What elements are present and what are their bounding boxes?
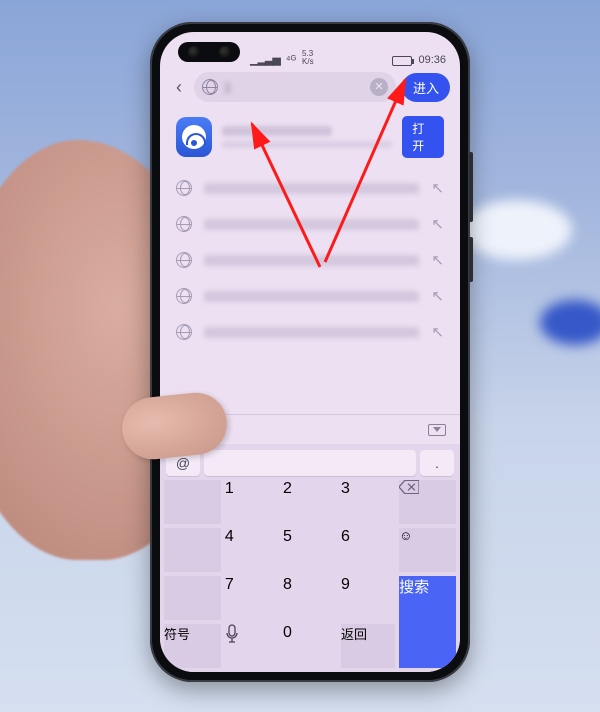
featured-title — [222, 126, 392, 148]
key-2[interactable]: 2 — [283, 480, 337, 524]
key-search[interactable]: 搜索 — [399, 576, 456, 668]
network-speed: 5.3K/s — [302, 50, 314, 66]
key-4[interactable]: 4 — [225, 528, 279, 572]
key-dot[interactable]: . — [420, 450, 454, 476]
globe-icon — [176, 216, 192, 232]
suggestion-item[interactable]: ↖ — [176, 170, 444, 206]
key-6[interactable]: 6 — [341, 528, 395, 572]
clear-input-button[interactable]: ✕ — [370, 78, 388, 96]
collapse-keyboard-icon[interactable] — [428, 424, 446, 436]
key-5[interactable]: 5 — [283, 528, 337, 572]
suggestion-item[interactable]: ↖ — [176, 314, 444, 350]
key-return[interactable]: 返回 — [341, 624, 395, 668]
globe-icon — [176, 324, 192, 340]
key-symbols[interactable]: 符号 — [164, 624, 221, 668]
key-0[interactable]: 0 — [283, 624, 337, 668]
phone-frame: ▁▂▃▅ ⁴ᴳ 5.3K/s 09:36 ‹ 1 ✕ 进入 打开 — [150, 22, 470, 682]
suggestion-text — [204, 327, 419, 338]
background-object — [462, 200, 572, 260]
globe-icon — [176, 288, 192, 304]
numeric-keyboard: @ . 1 2 3 4 5 6 ☺ 7 — [160, 444, 460, 672]
power-button — [469, 237, 473, 282]
key-placeholder-left[interactable] — [164, 528, 221, 572]
globe-icon — [202, 79, 218, 95]
battery-icon — [392, 56, 412, 66]
insert-arrow-icon[interactable]: ↖ — [431, 287, 444, 305]
key-9[interactable]: 9 — [341, 576, 395, 620]
insert-arrow-icon[interactable]: ↖ — [431, 323, 444, 341]
suggestion-text — [204, 183, 419, 194]
key-emoji[interactable]: ☺ — [399, 528, 456, 572]
camera-cutout — [178, 42, 240, 62]
phone-screen: ▁▂▃▅ ⁴ᴳ 5.3K/s 09:36 ‹ 1 ✕ 进入 打开 — [160, 32, 460, 672]
key-7[interactable]: 7 — [225, 576, 279, 620]
background-object — [540, 300, 600, 345]
address-bar-row: ‹ 1 ✕ 进入 — [160, 68, 460, 106]
suggestion-text — [204, 255, 419, 266]
suggestion-text — [204, 291, 419, 302]
key-3[interactable]: 3 — [341, 480, 395, 524]
open-app-button[interactable]: 打开 — [402, 116, 444, 158]
key-voice[interactable] — [225, 624, 279, 668]
suggestion-list: ↖ ↖ ↖ ↖ ↖ — [160, 166, 460, 414]
wifi-app-icon — [176, 117, 212, 157]
suggestion-item[interactable]: ↖ — [176, 206, 444, 242]
key-accent-spacer[interactable] — [204, 450, 416, 476]
key-backspace[interactable] — [399, 480, 456, 524]
signal-icon: ▁▂▃▅ — [250, 53, 280, 66]
suggestion-item[interactable]: ↖ — [176, 242, 444, 278]
featured-result[interactable]: 打开 — [160, 106, 460, 166]
enter-button[interactable]: 进入 — [402, 73, 450, 102]
key-placeholder-left[interactable] — [164, 480, 221, 524]
key-placeholder-left[interactable] — [164, 576, 221, 620]
globe-icon — [176, 252, 192, 268]
insert-arrow-icon[interactable]: ↖ — [431, 179, 444, 197]
globe-icon — [176, 180, 192, 196]
back-button[interactable]: ‹ — [170, 77, 188, 98]
key-1[interactable]: 1 — [225, 480, 279, 524]
volume-button — [469, 152, 473, 222]
address-text: 1 — [224, 80, 364, 95]
suggestion-text — [204, 219, 419, 230]
network-type: ⁴ᴳ — [286, 54, 296, 66]
key-8[interactable]: 8 — [283, 576, 337, 620]
suggestion-item[interactable]: ↖ — [176, 278, 444, 314]
insert-arrow-icon[interactable]: ↖ — [431, 251, 444, 269]
address-input[interactable]: 1 ✕ — [194, 72, 396, 102]
clock: 09:36 — [418, 54, 446, 66]
insert-arrow-icon[interactable]: ↖ — [431, 215, 444, 233]
